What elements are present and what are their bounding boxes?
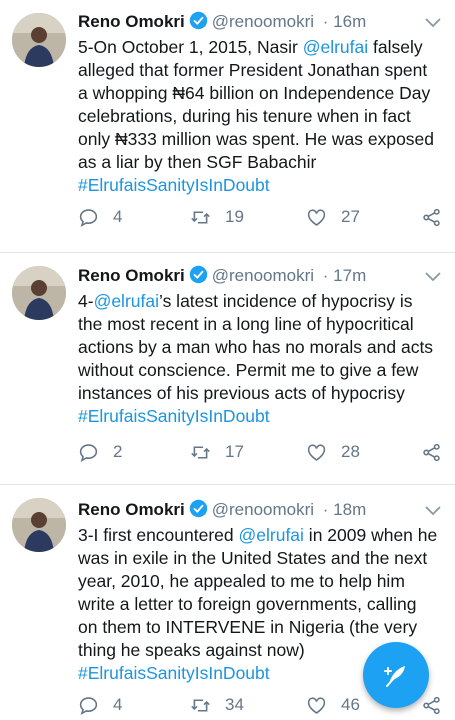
verified-badge-icon (189, 11, 207, 30)
like-count: 28 (341, 442, 360, 461)
tweet-text-segment: in 2009 when he was in exile in the Unit… (78, 525, 438, 660)
compose-feather-icon (384, 666, 405, 687)
reply-icon (78, 442, 99, 463)
like-icon (306, 442, 327, 463)
chevron-down-icon[interactable] (425, 506, 441, 516)
chevron-down-icon[interactable] (425, 18, 441, 28)
like-count: 27 (341, 207, 360, 226)
author-handle[interactable]: @renoomokri (212, 500, 314, 519)
avatar[interactable] (12, 266, 66, 320)
avatar[interactable] (12, 498, 66, 552)
tweet-text-segment: falsely alleged that former President Jo… (78, 37, 435, 172)
reply-icon (78, 207, 99, 228)
share-button[interactable] (421, 694, 442, 716)
share-button[interactable] (421, 441, 442, 463)
tweet-actions: 2 17 28 (0, 441, 455, 463)
share-button[interactable] (421, 206, 442, 228)
retweet-button[interactable]: 34 (190, 694, 244, 716)
verified-badge-icon (189, 499, 207, 518)
retweet-count: 17 (225, 442, 244, 461)
avatar[interactable] (12, 13, 66, 67)
retweet-button[interactable]: 17 (190, 441, 244, 463)
author-name[interactable]: Reno Omokri (78, 500, 185, 519)
tweet-text-segment: 4- (78, 291, 94, 311)
author-name[interactable]: Reno Omokri (78, 12, 185, 31)
tweet-actions: 4 19 27 (0, 206, 455, 228)
retweet-count: 34 (225, 695, 244, 714)
tweet-text-segment: 5-On October 1, 2015, Nasir (78, 37, 303, 57)
author-handle[interactable]: @renoomokri (212, 266, 314, 285)
chevron-down-icon[interactable] (425, 272, 441, 282)
like-icon (306, 207, 327, 228)
tweet-text: 5-On October 1, 2015, Nasir @elrufai fal… (78, 36, 438, 197)
mention-link[interactable]: @elrufai (94, 291, 159, 311)
retweet-icon (190, 207, 211, 228)
tweet-time: · 16m (322, 12, 367, 31)
reply-button[interactable]: 2 (78, 441, 122, 463)
hashtag-link[interactable]: #ElrufaisSanityIsInDoubt (78, 663, 270, 683)
retweet-count: 19 (225, 207, 244, 226)
retweet-icon (190, 442, 211, 463)
like-button[interactable]: 46 (306, 694, 360, 716)
mention-link[interactable]: @elrufai (239, 525, 304, 545)
reply-button[interactable]: 4 (78, 206, 122, 228)
tweet-time: · 18m (322, 500, 367, 519)
reply-button[interactable]: 4 (78, 694, 122, 716)
like-icon (306, 695, 327, 716)
share-icon (421, 207, 442, 228)
author-name[interactable]: Reno Omokri (78, 266, 185, 285)
tweet-text-segment: 3-I first encountered (78, 525, 239, 545)
verified-badge-icon (189, 265, 207, 284)
like-button[interactable]: 27 (306, 206, 360, 228)
hashtag-link[interactable]: #ElrufaisSanityIsInDoubt (78, 406, 270, 426)
share-icon (421, 442, 442, 463)
share-icon (421, 695, 442, 716)
reply-count: 2 (113, 442, 123, 461)
reply-count: 4 (113, 695, 123, 714)
compose-tweet-button[interactable] (363, 642, 429, 708)
author-handle[interactable]: @renoomokri (212, 12, 314, 31)
retweet-icon (190, 695, 211, 716)
like-count: 46 (341, 695, 360, 714)
tweet-2[interactable]: Reno Omokri @renoomokri · 17m 4-@elrufai’… (0, 253, 455, 483)
like-button[interactable]: 28 (306, 441, 360, 463)
tweet-1[interactable]: Reno Omokri @renoomokri · 16m 5-On Octobe… (0, 0, 455, 252)
hashtag-link[interactable]: #ElrufaisSanityIsInDoubt (78, 175, 270, 195)
tweet-text: 4-@elrufai’s latest incidence of hypocri… (78, 290, 438, 428)
tweet-time: · 17m (322, 266, 367, 285)
reply-icon (78, 695, 99, 716)
mention-link[interactable]: @elrufai (303, 37, 368, 57)
retweet-button[interactable]: 19 (190, 206, 244, 228)
reply-count: 4 (113, 207, 123, 226)
